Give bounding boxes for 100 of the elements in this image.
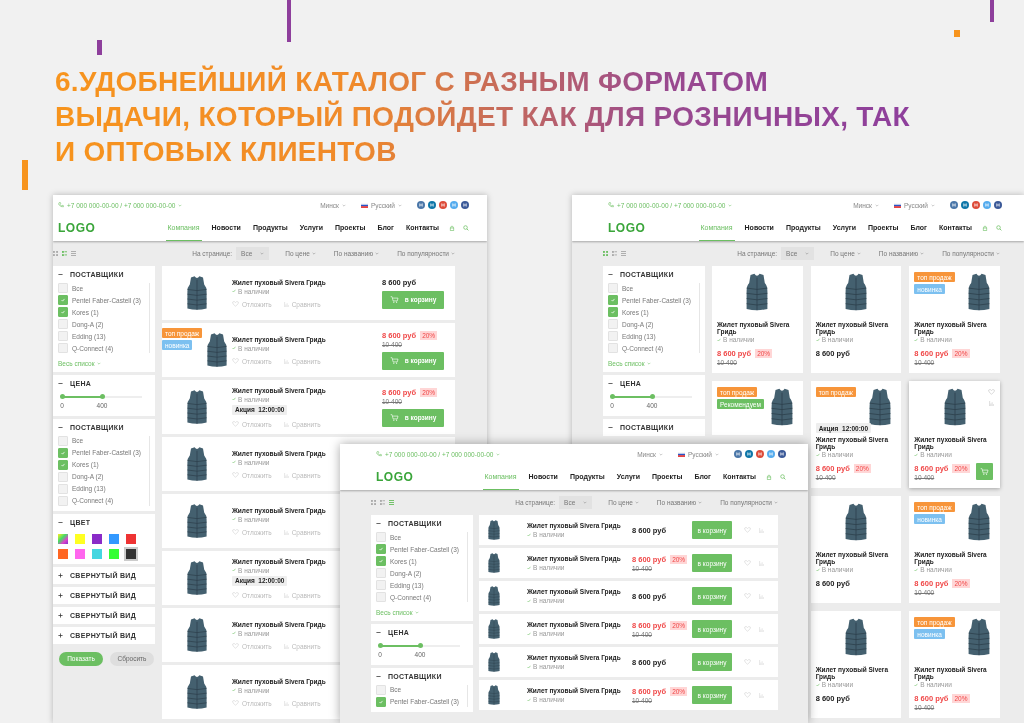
check-icon: [232, 460, 236, 464]
social-network-icon[interactable]: [734, 450, 742, 458]
minus-icon[interactable]: [58, 519, 63, 525]
table-view-icon[interactable]: [71, 250, 76, 256]
search-icon[interactable]: [780, 474, 786, 480]
lock-icon[interactable]: [766, 474, 772, 480]
minus-icon[interactable]: [58, 424, 63, 430]
vest-drawing: [487, 584, 501, 608]
minus-icon[interactable]: [608, 381, 613, 386]
heart-icon[interactable]: [744, 560, 751, 566]
heart-icon[interactable]: [744, 626, 751, 632]
grid-view-icon[interactable]: [603, 250, 608, 256]
heart-icon[interactable]: [988, 389, 995, 395]
checkbox[interactable]: [608, 295, 618, 305]
heart-icon: [232, 472, 239, 478]
minus-icon[interactable]: [376, 630, 381, 635]
list-view-icon[interactable]: [380, 499, 385, 505]
social-network-icon[interactable]: [745, 450, 753, 458]
bar-chart-icon[interactable]: [759, 560, 764, 566]
checkbox[interactable]: [608, 307, 618, 317]
table-view-icon[interactable]: [621, 250, 626, 256]
social-network-icon[interactable]: [972, 201, 980, 209]
minus-icon[interactable]: [608, 424, 613, 430]
checkbox[interactable]: [376, 696, 386, 707]
caret-icon: [774, 500, 778, 504]
color-swatch[interactable]: [109, 548, 119, 559]
bar-chart-icon[interactable]: [759, 626, 764, 632]
checkbox[interactable]: [58, 295, 68, 305]
check-icon: [232, 397, 236, 401]
color-swatch[interactable]: [75, 533, 85, 544]
slider-handle[interactable]: [417, 643, 423, 648]
search-icon[interactable]: [463, 225, 469, 231]
slider-handle[interactable]: [59, 394, 65, 399]
flag-icon: [360, 202, 368, 208]
color-swatch[interactable]: [126, 548, 136, 559]
table-view-icon[interactable]: [389, 499, 394, 505]
social-network-icon[interactable]: [961, 201, 969, 209]
checkbox[interactable]: [58, 447, 68, 458]
heart-icon[interactable]: [744, 527, 751, 533]
slider-handle[interactable]: [649, 394, 655, 399]
logo[interactable]: LOGO: [608, 221, 646, 235]
color-swatch[interactable]: [92, 533, 102, 544]
lock-icon[interactable]: [449, 225, 455, 231]
heart-icon[interactable]: [744, 593, 751, 599]
color-swatch[interactable]: [58, 533, 68, 544]
social-network-icon[interactable]: [756, 450, 764, 458]
search-icon[interactable]: [996, 225, 1002, 231]
bar-chart-icon: [283, 592, 289, 598]
checkbox[interactable]: [58, 459, 68, 470]
cart-icon: [389, 296, 399, 303]
color-swatch[interactable]: [92, 548, 102, 559]
grid-view-icon[interactable]: [371, 499, 376, 505]
logo[interactable]: LOGO: [58, 221, 96, 235]
plus-icon[interactable]: [58, 612, 63, 618]
social-network-icon[interactable]: [778, 450, 786, 458]
heart-icon[interactable]: [744, 659, 751, 665]
minus-icon[interactable]: [376, 521, 381, 526]
bar-chart-icon[interactable]: [759, 593, 764, 599]
slider-handle[interactable]: [377, 643, 383, 648]
bar-chart-icon[interactable]: [759, 692, 764, 698]
list-view-icon[interactable]: [612, 250, 617, 256]
slider-handle[interactable]: [609, 394, 615, 399]
checkbox[interactable]: [58, 307, 68, 317]
checkbox[interactable]: [376, 556, 386, 566]
color-swatch[interactable]: [109, 533, 119, 544]
grid-view-icon[interactable]: [53, 250, 58, 256]
social-network-icon[interactable]: [439, 201, 447, 209]
lock-icon[interactable]: [982, 225, 988, 231]
plus-icon[interactable]: [58, 572, 63, 578]
color-swatch[interactable]: [58, 548, 68, 559]
minus-icon[interactable]: [376, 673, 381, 679]
list-view-icon[interactable]: [62, 250, 67, 256]
social-network-icon[interactable]: [461, 201, 469, 209]
bar-chart-icon: [283, 529, 289, 535]
add-to-cart-button[interactable]: [976, 463, 993, 480]
check-icon: [914, 682, 919, 687]
bar-chart-icon[interactable]: [759, 527, 764, 533]
vest-drawing: [185, 444, 209, 484]
color-swatch[interactable]: [126, 533, 136, 544]
social-network-icon[interactable]: [428, 201, 436, 209]
check-icon: [914, 452, 919, 457]
social-network-icon[interactable]: [950, 201, 958, 209]
color-swatch[interactable]: [75, 548, 85, 559]
social-network-icon[interactable]: [417, 201, 425, 209]
social-network-icon[interactable]: [994, 201, 1002, 209]
plus-icon[interactable]: [58, 632, 63, 638]
minus-icon[interactable]: [58, 381, 63, 386]
vest-drawing: [487, 551, 501, 575]
bar-chart-icon[interactable]: [989, 401, 994, 406]
logo[interactable]: LOGO: [376, 470, 414, 484]
checkbox[interactable]: [376, 544, 386, 554]
bar-chart-icon[interactable]: [759, 659, 764, 665]
caret-icon: [451, 251, 455, 255]
cart-icon: [389, 357, 399, 364]
slider-handle[interactable]: [99, 394, 105, 399]
minus-icon[interactable]: [58, 272, 63, 277]
minus-icon[interactable]: [608, 272, 613, 277]
cart-icon: [389, 414, 399, 421]
heart-icon[interactable]: [744, 692, 751, 698]
plus-icon[interactable]: [58, 592, 63, 598]
